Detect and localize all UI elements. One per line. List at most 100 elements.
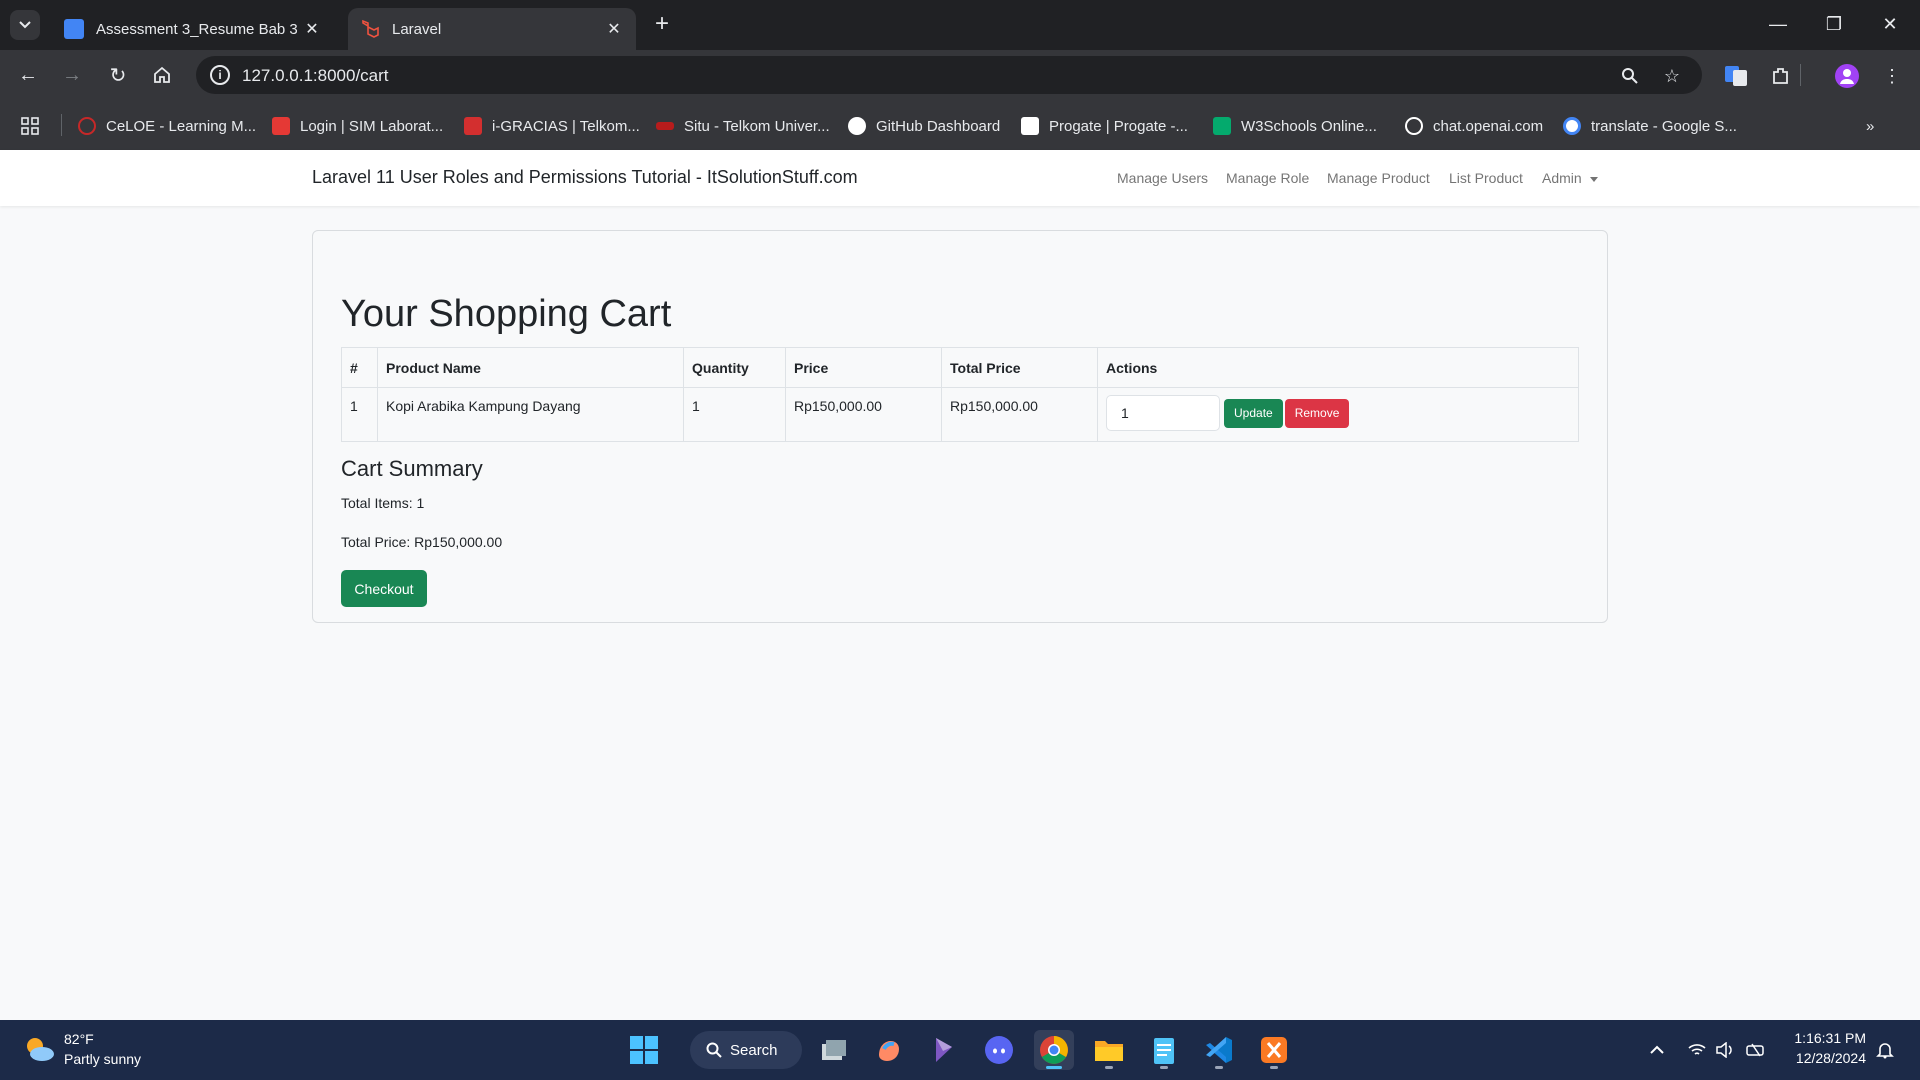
clock-time[interactable]: 1:16:31 PM — [1790, 1030, 1866, 1046]
bookmark-igracias[interactable]: i-GRACIAS | Telkom... — [464, 114, 640, 138]
weather-description[interactable]: Partly sunny — [64, 1051, 141, 1067]
cart-table: # Product Name Quantity Price Total Pric… — [341, 347, 1579, 442]
nav-manage-product[interactable]: Manage Product — [1327, 170, 1430, 186]
bookmark-label: Progate | Progate -... — [1049, 117, 1188, 135]
more-bookmarks-icon[interactable]: » — [1866, 114, 1874, 138]
notification-bell-icon[interactable] — [1873, 1038, 1897, 1062]
chrome-app[interactable] — [1034, 1030, 1074, 1070]
star-icon[interactable]: ☆ — [1660, 64, 1684, 88]
bing-app[interactable] — [924, 1030, 964, 1070]
google-translate-icon[interactable] — [1720, 60, 1752, 92]
celoe-icon — [78, 117, 96, 135]
nav-admin-label: Admin — [1542, 170, 1582, 186]
weather-temperature[interactable]: 82°F — [64, 1031, 94, 1047]
column-header: Total Price — [941, 347, 1098, 388]
windows-taskbar: 82°F Partly sunny Search 1:16:31 PM 12/2… — [0, 1020, 1920, 1080]
close-icon[interactable]: ✕ — [604, 19, 624, 39]
running-indicator — [1215, 1066, 1223, 1069]
zoom-icon[interactable] — [1618, 64, 1642, 88]
notepad-app[interactable] — [1144, 1030, 1184, 1070]
total-price: Total Price: Rp150,000.00 — [341, 534, 503, 550]
running-indicator — [1046, 1066, 1062, 1069]
app-brand[interactable]: Laravel 11 User Roles and Permissions Tu… — [312, 167, 858, 188]
menu-icon[interactable]: ⋮ — [1876, 60, 1908, 92]
table-row: 1 Kopi Arabika Kampung Dayang 1 Rp150,00… — [341, 387, 1579, 442]
extensions-icon[interactable] — [1765, 60, 1797, 92]
start-button[interactable] — [624, 1030, 664, 1070]
cart-summary-title: Cart Summary — [341, 456, 483, 481]
bookmarks-divider — [61, 114, 62, 136]
vscode-app[interactable] — [1199, 1030, 1239, 1070]
close-window-button[interactable]: ✕ — [1870, 8, 1910, 40]
restore-button[interactable]: ❐ — [1814, 8, 1854, 40]
nav-manage-users[interactable]: Manage Users — [1117, 170, 1208, 186]
xampp-app[interactable] — [1254, 1030, 1294, 1070]
forward-button[interactable]: → — [56, 59, 88, 91]
vscode-icon — [1206, 1037, 1232, 1063]
column-header: Actions — [1097, 347, 1579, 388]
bookmark-celoe[interactable]: CeLOE - Learning M... — [78, 114, 256, 138]
profile-avatar[interactable] — [1831, 60, 1863, 92]
task-view-icon — [822, 1040, 846, 1060]
chevron-up-icon[interactable] — [1645, 1038, 1669, 1062]
column-header: # — [341, 347, 378, 388]
bookmark-label: chat.openai.com — [1433, 117, 1544, 135]
address-url[interactable]: 127.0.0.1:8000/cart — [242, 66, 389, 86]
tab-laravel[interactable]: Laravel ✕ — [348, 8, 636, 50]
new-tab-button[interactable]: + — [648, 10, 676, 38]
minimize-button[interactable]: — — [1758, 8, 1798, 40]
tab-search-button[interactable] — [10, 10, 40, 40]
running-indicator — [1270, 1066, 1278, 1069]
wifi-icon[interactable] — [1685, 1038, 1709, 1062]
back-button[interactable]: ← — [12, 59, 44, 91]
tab-title: Assessment 3_Resume Bab 3 - G — [96, 20, 302, 38]
home-button[interactable] — [146, 59, 178, 91]
update-button[interactable]: Update — [1224, 398, 1283, 428]
apps-icon[interactable] — [20, 114, 40, 138]
partly-sunny-icon[interactable] — [22, 1034, 56, 1064]
row-number: 1 — [341, 387, 378, 442]
bookmark-situ[interactable]: Situ - Telkom Univer... — [656, 114, 830, 138]
bookmark-label: Login | SIM Laborat... — [300, 117, 444, 135]
bookmark-github[interactable]: GitHub Dashboard — [848, 114, 1000, 138]
column-header: Quantity — [683, 347, 786, 388]
checkout-button[interactable]: Checkout — [341, 570, 427, 607]
bookmark-chatgpt[interactable]: chat.openai.com — [1405, 114, 1543, 138]
notepad-icon — [1154, 1038, 1174, 1064]
app-navbar: Laravel 11 User Roles and Permissions Tu… — [0, 150, 1920, 206]
github-icon — [848, 117, 866, 135]
close-icon[interactable]: ✕ — [302, 19, 322, 39]
battery-sync-icon[interactable] — [1744, 1038, 1768, 1062]
cart-card: Your Shopping Cart # Product Name Quanti… — [312, 230, 1608, 623]
windows-icon — [630, 1036, 658, 1064]
bookmark-progate[interactable]: Progate | Progate -... — [1021, 114, 1188, 138]
reload-button[interactable]: ↻ — [102, 59, 134, 91]
bookmark-label: Situ - Telkom Univer... — [684, 117, 830, 135]
site-info-icon[interactable]: i — [210, 65, 230, 85]
bookmark-translate[interactable]: translate - Google S... — [1563, 114, 1737, 138]
page-title: Your Shopping Cart — [341, 293, 672, 335]
copilot-app[interactable] — [869, 1030, 909, 1070]
caret-down-icon — [1589, 176, 1598, 182]
taskbar-search[interactable]: Search — [690, 1031, 802, 1069]
clock-date[interactable]: 12/28/2024 — [1786, 1050, 1866, 1066]
quantity-input[interactable]: 1 — [1106, 395, 1220, 431]
file-explorer-app[interactable] — [1089, 1030, 1129, 1070]
discord-app[interactable] — [979, 1030, 1019, 1070]
search-label: Search — [730, 1041, 778, 1059]
bookmark-w3schools[interactable]: W3Schools Online... — [1213, 114, 1377, 138]
task-view-button[interactable] — [814, 1030, 854, 1070]
bookmark-sim-laboratorium[interactable]: Login | SIM Laborat... — [272, 114, 443, 138]
bookmark-label: translate - Google S... — [1591, 117, 1737, 135]
nav-manage-role[interactable]: Manage Role — [1226, 170, 1309, 186]
address-bar[interactable]: i 127.0.0.1:8000/cart ☆ — [196, 56, 1702, 94]
nav-admin-dropdown[interactable]: Admin — [1542, 170, 1598, 186]
volume-icon[interactable] — [1713, 1038, 1737, 1062]
remove-button[interactable]: Remove — [1284, 398, 1350, 428]
tab-google-docs[interactable]: Assessment 3_Resume Bab 3 - G ✕ — [52, 8, 334, 50]
product-name: Kopi Arabika Kampung Dayang — [377, 387, 684, 442]
bookmark-label: GitHub Dashboard — [876, 117, 1001, 135]
copilot-icon — [879, 1041, 899, 1061]
column-header: Product Name — [377, 347, 684, 388]
nav-list-product[interactable]: List Product — [1449, 170, 1523, 186]
